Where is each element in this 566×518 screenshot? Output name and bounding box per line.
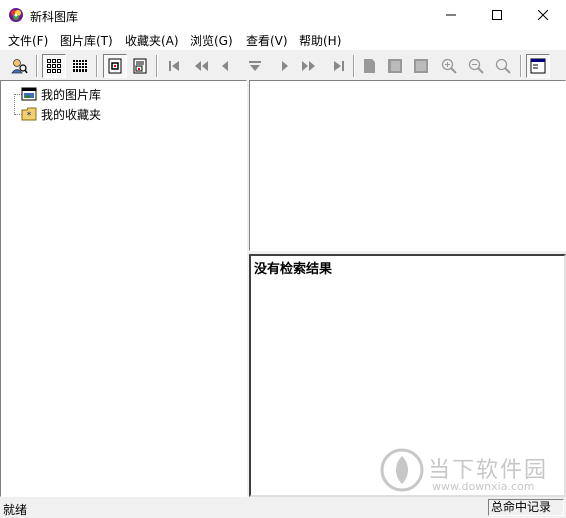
- tree-panel: 我的图片库 * 我的收藏夹: [0, 80, 247, 497]
- doc-icon: [364, 59, 375, 73]
- menu-gallery[interactable]: 图片库(T): [60, 32, 113, 49]
- toolbar-separator: [520, 55, 522, 77]
- zoom-out-button[interactable]: [465, 55, 487, 77]
- prev-button[interactable]: [214, 55, 236, 77]
- doc-button[interactable]: [358, 55, 380, 77]
- page-icon: [108, 58, 122, 74]
- zoom-icon: [495, 58, 511, 74]
- menu-favorites[interactable]: 收藏夹(A): [125, 32, 179, 49]
- tree-item-favorites[interactable]: * 我的收藏夹: [21, 105, 101, 123]
- status-hit-count: 总命中记录: [488, 499, 564, 516]
- last-button[interactable]: [328, 55, 350, 77]
- toolbar-separator: [156, 55, 158, 77]
- title-bar: 新科图库: [0, 0, 566, 30]
- window-icon: [530, 58, 546, 74]
- down-icon: [249, 61, 261, 71]
- zoom-button[interactable]: [492, 55, 514, 77]
- next-page-icon: [302, 61, 315, 71]
- prev-page-icon: [195, 61, 208, 71]
- toolbar-separator: [96, 55, 98, 77]
- first-button[interactable]: [163, 55, 185, 77]
- minimize-button[interactable]: [428, 0, 474, 30]
- search-people-icon: [11, 59, 28, 74]
- tree-connector: [14, 94, 15, 115]
- first-icon: [169, 61, 179, 71]
- window-button[interactable]: [526, 54, 550, 78]
- status-text: 就绪: [3, 503, 28, 517]
- large-icons-view-icon: [47, 59, 61, 73]
- zoom-in-button[interactable]: [438, 55, 460, 77]
- doc-frame2-icon: [414, 59, 428, 73]
- next-page-button[interactable]: [298, 55, 320, 77]
- search-people-button[interactable]: [8, 55, 30, 77]
- watermark-url: www.downxia.com: [432, 480, 535, 493]
- favorites-icon: *: [21, 106, 37, 122]
- next-button[interactable]: [274, 55, 296, 77]
- menu-browse[interactable]: 浏览(G): [190, 32, 233, 49]
- doc-frame2-button[interactable]: [410, 55, 432, 77]
- tree-item-label: 我的图片库: [41, 87, 102, 102]
- app-window: 新科图库 文件(F) 图片库(T) 收藏夹(A) 浏览(G) 查看(V) 帮助(…: [0, 0, 566, 518]
- next-icon: [282, 61, 288, 71]
- toolbar-separator: [36, 55, 38, 77]
- menu-bar: 文件(F) 图片库(T) 收藏夹(A) 浏览(G) 查看(V) 帮助(H): [0, 30, 566, 50]
- page-button[interactable]: [103, 54, 127, 78]
- close-button[interactable]: [520, 0, 566, 30]
- watermark-logo-icon: [380, 448, 424, 492]
- details-view-button[interactable]: [69, 55, 91, 77]
- image-library-icon: [21, 86, 37, 102]
- prev-icon: [222, 61, 228, 71]
- close-icon: [538, 10, 548, 20]
- toolbar: [0, 52, 566, 80]
- toolbar-separator: [353, 55, 355, 77]
- maximize-button[interactable]: [474, 0, 520, 30]
- no-results-message: 没有检索结果: [254, 262, 333, 277]
- window-title: 新科图库: [30, 10, 79, 24]
- print-preview-icon: [133, 58, 147, 74]
- zoom-in-icon: [441, 58, 457, 74]
- maximize-icon: [492, 10, 502, 20]
- app-logo-icon: [8, 7, 24, 23]
- prev-page-button[interactable]: [190, 55, 212, 77]
- tree-item-label: 我的收藏夹: [41, 107, 102, 122]
- minimize-icon: [446, 14, 456, 16]
- menu-view[interactable]: 查看(V): [246, 32, 288, 49]
- watermark: 当下软件园 www.downxia.com: [380, 446, 566, 498]
- down-button[interactable]: [244, 55, 266, 77]
- print-preview-button[interactable]: [129, 55, 151, 77]
- doc-frame-button[interactable]: [384, 55, 406, 77]
- tree-item-image-library[interactable]: 我的图片库: [21, 85, 101, 103]
- menu-file[interactable]: 文件(F): [8, 32, 48, 49]
- svg-text:*: *: [27, 111, 32, 121]
- preview-panel: [249, 80, 566, 251]
- details-view-icon: [72, 60, 88, 72]
- zoom-out-icon: [468, 58, 484, 74]
- status-bar: 就绪 总命中记录: [0, 498, 566, 518]
- doc-frame-icon: [388, 59, 402, 73]
- last-icon: [334, 61, 344, 71]
- menu-help[interactable]: 帮助(H): [299, 32, 341, 49]
- large-icons-view-button[interactable]: [42, 54, 66, 78]
